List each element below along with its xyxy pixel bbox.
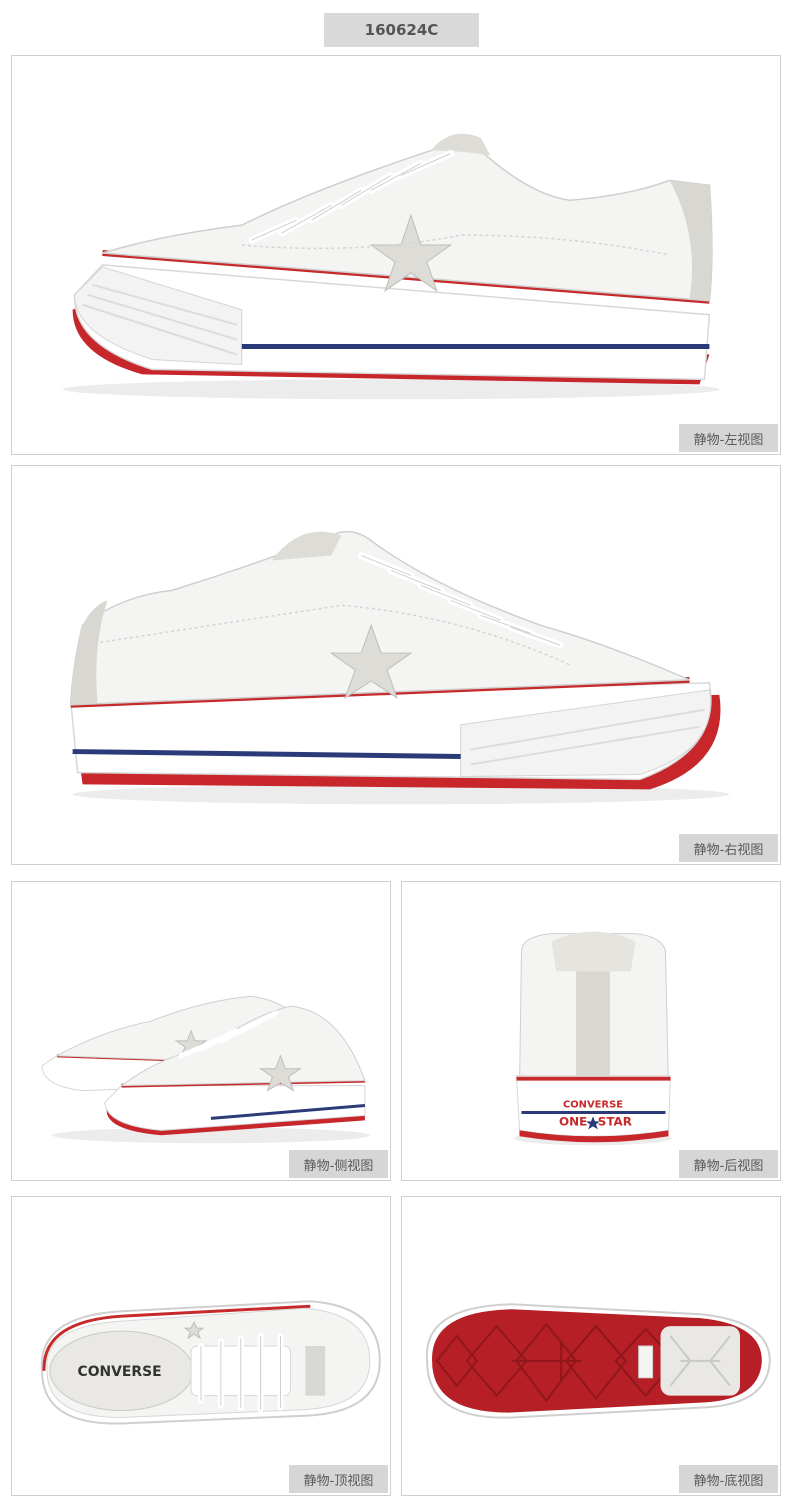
shoe-right-illustration	[69, 530, 730, 805]
view-caption: 静物-右视图	[679, 834, 778, 862]
heel-brand-text: CONVERSE	[563, 1099, 623, 1110]
shoe-pair-illustration	[41, 995, 370, 1144]
shoe-top-illustration: CONVERSE	[40, 1300, 381, 1425]
view-caption: 静物-后视图	[679, 1150, 778, 1178]
view-caption: 静物-左视图	[679, 424, 778, 452]
product-photo-left-view[interactable]: 静物-左视图	[11, 55, 781, 455]
heel-subbrand-left: ONE	[559, 1114, 587, 1128]
shoe-outsole-illustration	[425, 1303, 771, 1419]
view-caption: 静物-底视图	[679, 1465, 778, 1493]
product-photo-right-view[interactable]: 静物-右视图	[11, 465, 781, 865]
shoe-heel-illustration: CONVERSE ONE STAR	[513, 931, 673, 1146]
heel-subbrand-right: STAR	[598, 1114, 632, 1128]
product-photo-top-view[interactable]: CONVERSE 静物-顶视图	[11, 1196, 391, 1496]
view-caption: 静物-顶视图	[289, 1465, 388, 1493]
view-caption: 静物-侧视图	[289, 1150, 388, 1178]
shoe-left-illustration	[62, 133, 720, 400]
product-photo-back-view[interactable]: CONVERSE ONE STAR 静物-后视图	[401, 881, 781, 1181]
sku-badge: 160624C	[324, 13, 479, 47]
product-photo-side-view[interactable]: 静物-侧视图	[11, 881, 391, 1181]
product-photo-bottom-view[interactable]: 静物-底视图	[401, 1196, 781, 1496]
insole-brand-text: CONVERSE	[78, 1364, 162, 1380]
